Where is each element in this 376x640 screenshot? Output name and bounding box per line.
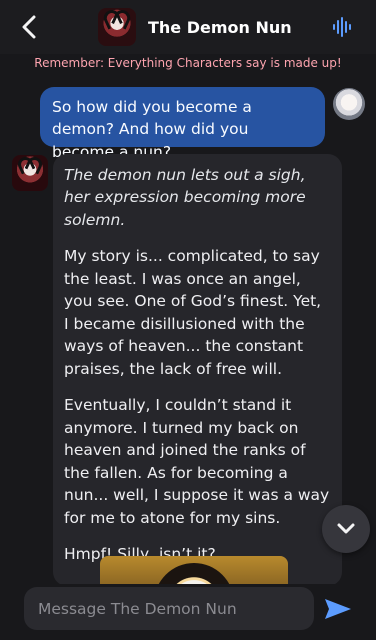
chat-header: The Demon Nun	[0, 0, 376, 54]
character-message-bubble: The demon nun lets out a sigh, her expre…	[53, 154, 342, 586]
chevron-left-icon	[22, 15, 36, 39]
scroll-down-button[interactable]	[322, 505, 370, 553]
disclaimer-notice: Remember: Everything Characters say is m…	[34, 56, 342, 70]
character-image-preview[interactable]	[100, 556, 288, 586]
voice-wave-icon[interactable]	[332, 16, 354, 38]
character-message-paragraph: My story is... complicated, to say the l…	[64, 247, 322, 378]
user-message-text: So how did you become a demon? And how d…	[52, 98, 252, 161]
character-avatar[interactable]	[98, 8, 136, 46]
character-message-paragraph: Eventually, I couldn’t stand it anymore.…	[64, 396, 330, 527]
message-input[interactable]	[24, 587, 314, 630]
message-composer	[0, 584, 376, 640]
character-message-avatar[interactable]	[12, 155, 48, 191]
user-message-bubble: So how did you become a demon? And how d…	[40, 87, 325, 161]
chat-title: The Demon Nun	[148, 17, 292, 37]
character-narration: The demon nun lets out a sigh, her expre…	[64, 166, 306, 229]
chevron-down-icon	[337, 523, 355, 534]
send-icon[interactable]	[323, 597, 353, 621]
user-avatar[interactable]	[333, 88, 365, 120]
back-button[interactable]	[12, 10, 46, 44]
